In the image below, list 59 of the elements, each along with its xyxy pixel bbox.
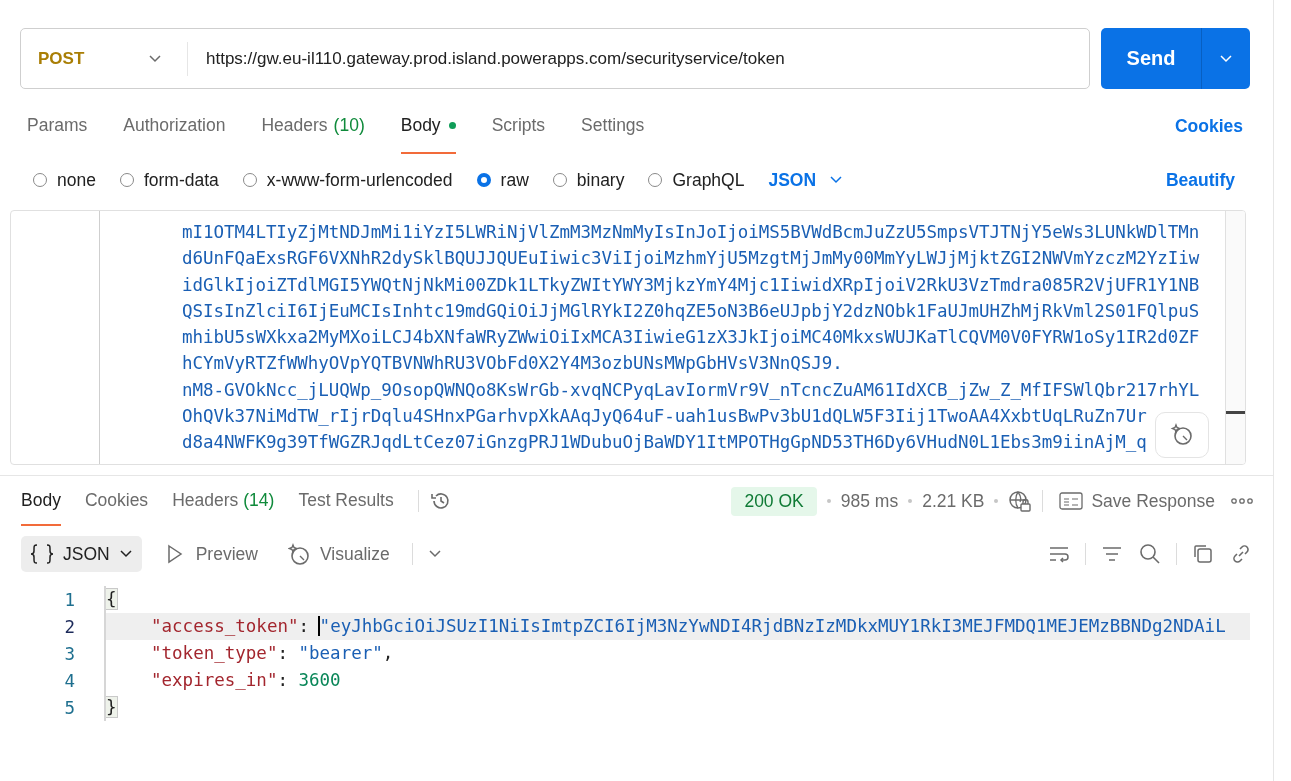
code-line: QSIsInZlciI6IjEuMCIsInhtc19mdGQiOiJjMGlRYkI2Z0hqZE5oN3B6eUJpbjY2dzNObk1FaUJmUHZhMjRkVml2S01FQlpuS xyxy=(182,299,1200,323)
radio-button[interactable] xyxy=(476,173,491,187)
copy-icon[interactable] xyxy=(1191,542,1215,566)
code-line: } xyxy=(104,694,1250,721)
braces-icon xyxy=(29,543,55,565)
line-number: 4 xyxy=(63,670,75,691)
sparkle-dial-icon xyxy=(1170,423,1194,447)
tab-count: (10) xyxy=(333,114,365,136)
example-icon xyxy=(1059,491,1084,511)
more-icon[interactable] xyxy=(1231,497,1253,505)
code-line: idGlkIjoiZTdlMGI5YWQtNjNkMi00ZDk1LTkyZWItYWY3MjkzYmY4Mjc1IiwidXRpIjoiV2RkU3VzTmdra085R2VjUFR1Y1NB xyxy=(182,273,1200,297)
beautify-link[interactable]: Beautify xyxy=(1165,169,1235,191)
status-badge: 200 OK xyxy=(731,486,817,516)
code-line: OhQVk37NiMdTW_rIjrDqlu4SHnxPGarhvpXkAAqJyQ64uF-uah1usBwPv3bU1dQLW5F3Iij1TwoAA4XxbtUqLRuZn7Ur xyxy=(182,405,1147,429)
request-tab[interactable]: Scripts xyxy=(491,98,546,154)
radio-label: binary xyxy=(576,169,625,191)
code-line: d8a4NWFK9g39TfWGZRJqdLtCez07iGnzgPRJ1WDubuOjBaWDY1ItMPOTHgGpND53TH6Dy6VHudN0L1Ebs3m9iinAjM_q xyxy=(182,431,1147,455)
response-tab[interactable]: Body xyxy=(21,476,61,526)
response-tab[interactable]: Cookies xyxy=(84,476,149,526)
code-line: hCYmVyRTZfWWhyOVpYQTBVNWhRU3VObFd0X2Y4M3ozbUNsMWpGbHVsV3NnQSJ9. xyxy=(182,352,843,376)
tab-count: (14) xyxy=(243,489,275,511)
line-number: 2 xyxy=(63,616,75,637)
request-tab[interactable]: Body xyxy=(400,98,456,154)
send-button[interactable]: Send xyxy=(1101,28,1202,89)
line-number: 5 xyxy=(63,697,75,718)
code-line: "expires_in": 3600 xyxy=(104,667,1250,694)
radio-label: form-data xyxy=(143,169,219,191)
url-field[interactable]: https://gw.eu-il110.gateway.prod.island.powerapps.com/securityservice/token xyxy=(188,48,1089,69)
format-dropdown[interactable]: JSON xyxy=(768,169,845,191)
response-time: 985 ms xyxy=(840,490,899,512)
radio-label: none xyxy=(57,169,96,191)
radio-label: raw xyxy=(500,169,529,191)
code-line: mI1OTM4LTIyZjMtNDJmMi1iYzI5LWRiNjVlZmM3MzNmMyIsInJoIjoiMS5BVWdBcmJuZzU5SmpsVTJTNjY5eWs3LUNkWDlTMn xyxy=(182,221,1200,244)
globe-lock-icon[interactable] xyxy=(1008,489,1033,513)
request-tab[interactable]: Headers (10) xyxy=(261,98,365,154)
save-response-button[interactable]: Save Response xyxy=(1053,490,1221,512)
response-tab[interactable]: Test Results xyxy=(298,476,394,526)
sparkle-dial-icon xyxy=(287,543,312,565)
method-dropdown[interactable]: POST xyxy=(21,41,188,76)
search-icon[interactable] xyxy=(1138,542,1162,566)
code-line: "token_type": "bearer", xyxy=(104,640,1250,667)
scrollbar-thumb[interactable] xyxy=(1226,411,1245,414)
cookies-link[interactable]: Cookies xyxy=(1174,115,1243,137)
ai-assist-button[interactable] xyxy=(1155,412,1209,458)
view-mode-button[interactable]: Preview xyxy=(155,536,266,572)
code-line: mhibU5sWXkxa2MyMXoiLCJ4bXNfaWRyZWwiOiIxMCA3IiwieG1zX3JkIjoiMC40MkxsWUJKaTlCQVM0V0FYRW1oSy1IR2d0ZF xyxy=(182,326,1200,350)
view-mode-dropdown[interactable]: JSON xyxy=(21,536,142,572)
radio-label: x-www-form-urlencoded xyxy=(266,169,453,191)
line-number: 3 xyxy=(63,643,75,664)
code-line: nM8-GVOkNcc_jLUQWp_9OsopQWNQo8KsWrGb-xvqNCPyqLavIormVr9V_nTcncZuAM61IdXCB_jZw_Z_MfIFSWlQbr217rhYL xyxy=(182,378,1200,402)
radio-label: GraphQL xyxy=(672,169,745,191)
view-mode-button[interactable]: Visualize xyxy=(279,536,398,572)
line-number: 1 xyxy=(63,589,75,610)
code-line: d6UnFQaExsRGF6VXNhR2dySklBQUJJQUEuIiwic3ViIjoiMzhmYjU5MzgtMjJmMy00MmYyLWJjMjktZGI2NWVmYzczM2YzIiw xyxy=(182,247,1200,271)
request-tab[interactable]: Authorization xyxy=(123,98,226,154)
request-tab[interactable]: Params xyxy=(27,98,88,154)
response-tab[interactable]: Headers (14) xyxy=(172,476,275,526)
request-tab[interactable]: Settings xyxy=(581,98,645,154)
response-size: 2.21 KB xyxy=(922,490,985,512)
